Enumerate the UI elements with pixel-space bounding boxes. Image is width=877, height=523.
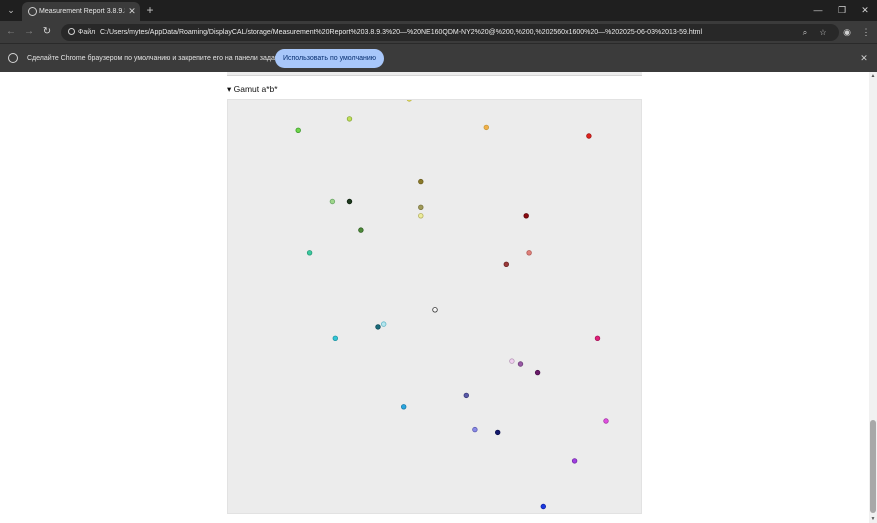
set-default-button[interactable]: Использовать по умолчанию [275,49,384,68]
site-info-chip[interactable]: Файл [65,26,98,39]
gamut-point-24 [463,392,469,399]
gamut-point-16 [432,307,438,313]
gamut-point-17 [375,324,381,330]
forward-button[interactable]: → [22,25,36,39]
gamut-point-11 [523,213,529,219]
tab-search-button[interactable]: ⌄ [4,3,18,17]
scrollbar-thumb[interactable] [870,420,876,513]
gamut-point-20 [594,335,601,341]
gamut-point-21 [509,358,515,364]
gamut-ab-svg [295,100,609,510]
page-scrollbar[interactable]: ▲ ▼ [869,72,877,523]
gamut-point-28 [495,429,501,436]
gamut-point-4 [483,124,489,131]
browser-toolbar: ← → ↻ Файл C:/Users/mytes/AppData/Roamin… [0,21,877,43]
menu-icon[interactable]: ⋮ [859,25,873,39]
gamut-point-27 [472,426,478,433]
gamut-point-19 [332,335,338,341]
infobar-close-button[interactable]: ✕ [858,52,870,64]
gamut-point-18 [380,321,387,327]
address-bar[interactable]: Файл C:/Users/mytes/AppData/Roaming/Disp… [61,24,839,41]
scroll-down-icon[interactable]: ▼ [869,515,877,523]
gamut-point-25 [400,404,407,410]
tab-strip: ⌄ Measurement Report 3.8.9.3 — ✕ + — ❐ ✕ [0,0,877,21]
gamut-point-29 [571,458,578,464]
profile-icon[interactable]: ◉ [840,25,854,39]
gamut-point-22 [517,361,524,367]
gamut-point-13 [306,250,313,256]
gamut-section-toggle[interactable]: ▾ Gamut a*b* [227,84,278,95]
page-viewport: ▾ Gamut a*b* [0,72,869,523]
close-window-button[interactable]: ✕ [857,3,873,17]
gamut-point-15 [503,261,509,267]
gamut-point-8 [346,198,353,205]
chrome-icon [8,53,18,63]
globe-icon [28,7,37,16]
maximize-button[interactable]: ❐ [834,3,850,17]
default-browser-infobar: Сделайте Chrome браузером по умолчанию и… [0,43,877,72]
bookmark-star-icon[interactable]: ☆ [817,26,829,39]
gamut-point-23 [534,369,541,376]
gamut-point-2 [346,116,353,122]
gamut-point-26 [603,418,609,424]
gamut-point-12 [358,227,364,233]
gamut-point-6 [418,178,424,185]
url-text[interactable]: C:/Users/mytes/AppData/Roaming/DisplayCA… [100,26,790,39]
zoom-icon[interactable]: ⌕ [799,26,811,39]
gamut-point-1 [295,127,301,133]
info-icon [68,28,75,35]
infobar-message: Сделайте Chrome браузером по умолчанию и… [27,55,281,62]
site-chip-label: Файл [78,29,96,36]
gamut-point-5 [586,133,592,139]
minimize-button[interactable]: — [810,3,826,17]
tab-measurement-report[interactable]: Measurement Report 3.8.9.3 — ✕ [22,2,140,21]
back-button[interactable]: ← [4,25,18,39]
gamut-point-30 [540,503,546,510]
tab-title: Measurement Report 3.8.9.3 — [39,8,125,15]
previous-section-edge [227,72,642,76]
reload-button[interactable]: ↻ [40,25,54,39]
gamut-ab-plot [227,99,642,514]
tab-close-button[interactable]: ✕ [127,5,137,17]
new-tab-button[interactable]: + [145,3,155,17]
gamut-point-14 [526,250,532,256]
gamut-point-10 [418,213,424,219]
scroll-up-icon[interactable]: ▲ [869,72,877,80]
chevron-down-icon: ⌄ [7,5,15,15]
gamut-point-7 [329,198,336,205]
gamut-point-3 [406,100,412,102]
gamut-point-9 [418,204,424,210]
